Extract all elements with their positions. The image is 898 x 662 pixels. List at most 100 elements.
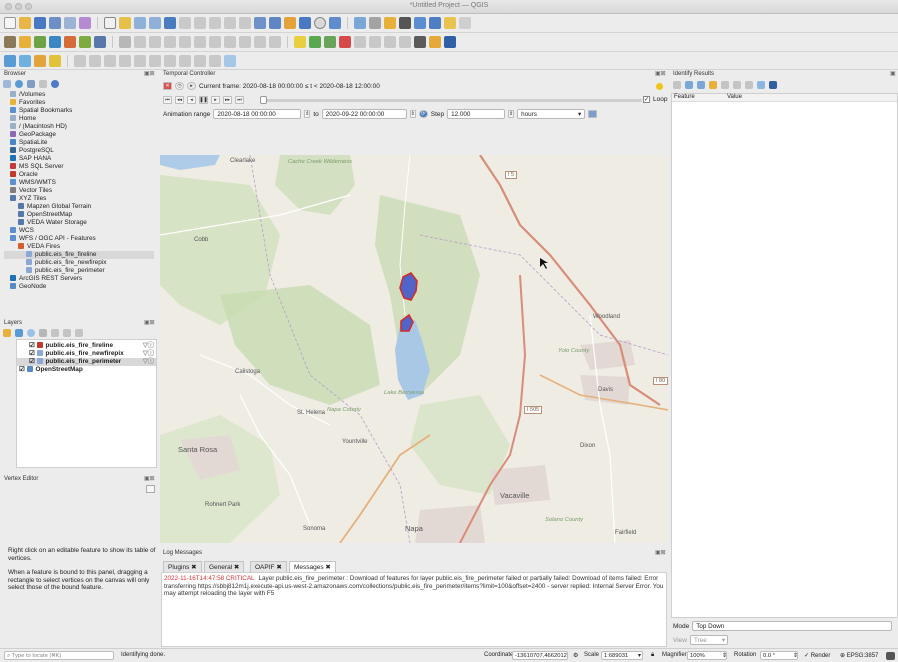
browser-item[interactable]: SpatiaLite [4, 139, 154, 147]
layer-item[interactable]: ☑ OpenStreetMap [17, 366, 156, 374]
copy-feature-icon[interactable] [721, 81, 729, 89]
collapse-all-icon[interactable] [39, 80, 47, 88]
settings-icon[interactable] [656, 83, 663, 90]
range-start-input[interactable]: 2020-08-18 00:00:00 [213, 109, 302, 119]
redo-icon[interactable] [269, 36, 281, 48]
digitize-icon[interactable] [164, 36, 176, 48]
change-label-icon[interactable] [369, 36, 381, 48]
loop-check-icon[interactable]: ✓ [643, 96, 650, 103]
identify-icon[interactable] [354, 17, 366, 29]
previous-frame-button[interactable]: ◂◂ [175, 96, 184, 104]
add-selected-icon[interactable] [3, 80, 11, 88]
new-3d-map-icon[interactable] [254, 17, 266, 29]
log-tab[interactable]: Messages ✖ [289, 561, 336, 572]
remove-layer-icon[interactable] [75, 329, 83, 337]
filter-icon[interactable]: ▽ⓘ [143, 342, 154, 350]
split-features-icon[interactable] [134, 54, 146, 67]
tab-close-icon[interactable]: ✖ [275, 564, 281, 571]
layer-visibility-checkbox[interactable]: ☑ [29, 358, 37, 365]
mesh-tools-icon[interactable] [224, 54, 236, 67]
range-start-spinner[interactable]: ⇕ [304, 110, 311, 118]
open-project-icon[interactable] [19, 17, 31, 29]
browser-item[interactable]: WMS/WMTS [4, 179, 154, 187]
play-forward-button[interactable]: ▸ [211, 96, 220, 104]
zoom-in-icon[interactable] [134, 17, 146, 29]
new-mesh-layer-icon[interactable] [94, 36, 106, 48]
browser-item[interactable]: ArcGIS REST Servers [4, 275, 154, 283]
messages-icon[interactable] [886, 652, 895, 660]
browser-item[interactable]: Vector Tiles [4, 187, 154, 195]
select-by-value-icon[interactable] [19, 54, 31, 67]
expand-tree-icon[interactable] [673, 81, 681, 89]
label-icon[interactable] [294, 36, 306, 48]
diagram-icon[interactable] [384, 36, 396, 48]
render-checkbox[interactable]: ✓ Render [804, 652, 830, 659]
fill-ring-icon[interactable] [179, 54, 191, 67]
print-layout-icon[interactable] [64, 17, 76, 29]
processing-toolbox-icon[interactable] [444, 36, 456, 48]
browser-item[interactable]: Favorites [4, 99, 154, 107]
locator-input[interactable]: ⌕ Type to locate (⌘K) [4, 651, 114, 660]
browser-item[interactable]: Spatial Bookmarks [4, 107, 154, 115]
vertex-tool-icon[interactable] [179, 36, 191, 48]
layer-item[interactable]: ☑ public.eis_fire_fireline ▽ⓘ [17, 342, 156, 350]
layer-visibility-checkbox[interactable]: ☑ [29, 350, 37, 357]
timeline-slider-handle[interactable] [260, 96, 267, 104]
browser-item[interactable]: public.eis_fire_newfirepix [4, 259, 154, 267]
pan-to-selection-icon[interactable] [119, 17, 131, 29]
zoom-full-icon[interactable] [164, 17, 176, 29]
browser-item[interactable]: Oracle [4, 171, 154, 179]
clear-results-icon[interactable] [709, 81, 717, 89]
paste-features-icon[interactable] [239, 36, 251, 48]
refresh-browser-icon[interactable] [15, 80, 23, 88]
offset-curve-icon[interactable] [164, 54, 176, 67]
print-response-icon[interactable] [733, 81, 741, 89]
view-select[interactable]: Tree ▾ [689, 635, 728, 645]
step-input[interactable]: 12.000 [447, 109, 506, 119]
label-pin-icon[interactable] [309, 36, 321, 48]
magnifier-input[interactable]: 100% [687, 651, 727, 660]
panel-float-close-icon[interactable]: ▣⊠ [144, 70, 155, 77]
reload-icon[interactable] [329, 17, 341, 29]
set-range-icon[interactable]: ⟳ [418, 110, 428, 118]
play-backward-button[interactable]: ◂ [187, 96, 196, 104]
new-map-view-icon[interactable] [239, 17, 251, 29]
temporal-controller-icon[interactable] [299, 17, 311, 29]
zoom-selection-icon[interactable] [194, 17, 206, 29]
tab-close-icon[interactable]: ✖ [324, 564, 330, 571]
new-project-icon[interactable] [4, 17, 16, 29]
python-console-icon[interactable] [414, 36, 426, 48]
layer-visibility-checkbox[interactable]: ☑ [19, 366, 27, 373]
manage-visibility-icon[interactable] [27, 329, 35, 337]
toggle-extents-icon[interactable]: ⚙ [573, 652, 578, 659]
select-features-icon[interactable] [4, 54, 16, 67]
layer-item[interactable]: ☑ public.eis_fire_newfirepix ▽ⓘ [17, 350, 156, 358]
show-hide-labels-icon[interactable] [324, 36, 336, 48]
log-float-close-icon[interactable]: ▣⊠ [655, 549, 666, 556]
lock-scale-icon[interactable]: 🔒︎ [651, 652, 654, 659]
browser-item[interactable]: WCS [4, 227, 154, 235]
log-tab[interactable]: OAPIF ✖ [250, 561, 287, 572]
select-by-expression-icon[interactable] [34, 54, 46, 67]
export-animation-icon[interactable] [588, 110, 598, 118]
collapse-tree-icon[interactable] [685, 81, 693, 89]
log-tab[interactable]: General ✖ [204, 561, 245, 572]
move-label-icon[interactable] [339, 36, 351, 48]
browser-item[interactable]: / (Macintosh HD) [4, 123, 154, 131]
data-source-manager-icon[interactable] [4, 36, 16, 48]
add-group-icon[interactable] [15, 329, 23, 337]
simplify-icon[interactable] [194, 54, 206, 67]
zoom-layer-icon[interactable] [179, 17, 191, 29]
range-end-spinner[interactable]: ⇕ [409, 110, 416, 118]
undo-icon[interactable] [254, 36, 266, 48]
filter-legend-icon[interactable] [39, 329, 47, 337]
new-spatialite-layer-icon[interactable] [49, 36, 61, 48]
more-tools-icon[interactable] [459, 17, 471, 29]
layout-manager-icon[interactable] [79, 17, 91, 29]
tab-close-icon[interactable]: ✖ [189, 564, 196, 571]
browser-item[interactable]: /Volumes [4, 91, 154, 99]
map-canvas[interactable]: Clearlake Cache Creek Wilderness Cobb Calis… [160, 155, 668, 543]
browser-item[interactable]: WFS / OGC API - Features [4, 235, 154, 243]
properties-icon[interactable] [51, 80, 59, 88]
map-tips-icon[interactable] [429, 17, 441, 29]
